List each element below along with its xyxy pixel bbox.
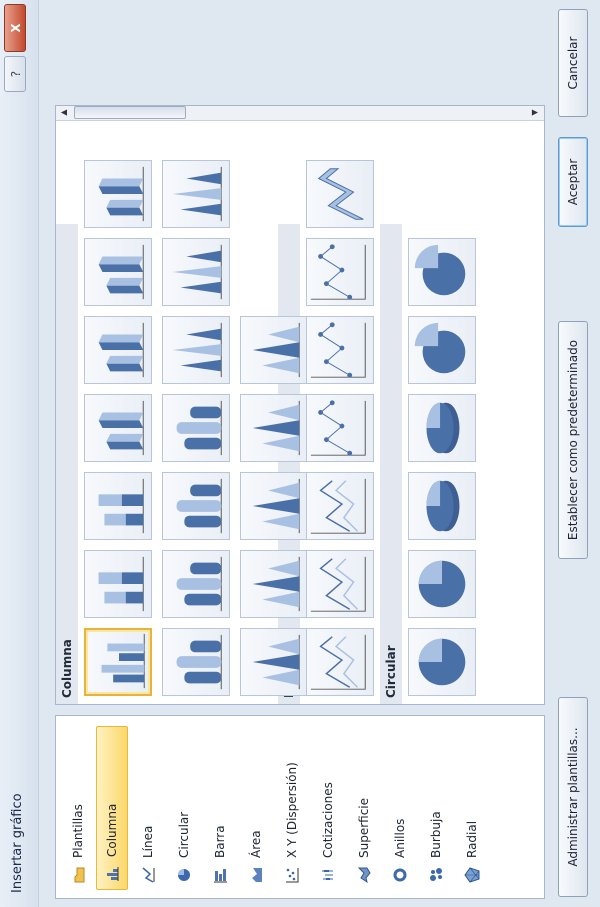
category-plantillas[interactable]: Plantillas: [62, 726, 94, 890]
ok-button[interactable]: Aceptar: [558, 137, 588, 227]
chart-subtype-thumb[interactable]: [162, 238, 230, 306]
scroll-up-arrow[interactable]: ▲: [57, 107, 71, 118]
chart-subtype-thumb[interactable]: [306, 472, 374, 540]
category-circular[interactable]: Circular: [168, 726, 200, 890]
bar-chart-icon: [212, 866, 228, 884]
chart-subtype-thumb[interactable]: [162, 316, 230, 384]
folder-icon: [70, 866, 86, 884]
category-label: Circular: [177, 811, 191, 858]
category-label: Radial: [465, 820, 479, 858]
chart-subtype-thumb[interactable]: [240, 472, 308, 540]
scroll-down-arrow[interactable]: ▼: [528, 107, 542, 118]
chart-subtype-thumb[interactable]: [240, 550, 308, 618]
chart-subtype-thumb[interactable]: [162, 550, 230, 618]
category-label: Cotizaciones: [321, 782, 335, 858]
chart-subtype-thumb[interactable]: [84, 160, 152, 228]
category-label: Área: [249, 830, 263, 858]
category-label: Anillos: [393, 818, 407, 858]
category-label: Barra: [213, 825, 227, 858]
category-barra[interactable]: Barra: [204, 726, 236, 890]
chart-subtype-thumb[interactable]: [306, 160, 374, 228]
set-default-button[interactable]: Establecer como predeterminado: [558, 321, 588, 559]
doughnut-chart-icon: [392, 866, 408, 884]
category-cotizaciones[interactable]: Cotizaciones: [312, 726, 344, 890]
category-xy[interactable]: X Y (Dispersión): [276, 726, 308, 890]
chart-subtype-thumb[interactable]: [306, 394, 374, 462]
radar-chart-icon: [464, 866, 480, 884]
close-button[interactable]: X: [4, 4, 26, 52]
section-header-circular: Circular: [380, 224, 402, 704]
category-area[interactable]: Área: [240, 726, 272, 890]
chart-subtype-thumb[interactable]: [84, 238, 152, 306]
category-columna[interactable]: Columna: [96, 726, 128, 890]
pie-chart-icon: [176, 866, 192, 884]
chart-subtype-gallery: Columna Línea Circular ▲ ▼: [55, 105, 545, 705]
chart-subtype-thumb[interactable]: [162, 472, 230, 540]
manage-templates-button[interactable]: Administrar plantillas...: [558, 697, 588, 897]
chart-subtype-thumb[interactable]: [408, 238, 476, 306]
chart-subtype-thumb[interactable]: [306, 238, 374, 306]
chart-subtype-thumb[interactable]: [408, 394, 476, 462]
column-chart-icon: [104, 865, 120, 883]
chart-subtype-thumb[interactable]: [306, 628, 374, 696]
chart-subtype-thumb[interactable]: [84, 550, 152, 618]
section-header-columna: Columna: [56, 224, 78, 704]
chart-subtype-thumb[interactable]: [306, 550, 374, 618]
chart-subtype-thumb[interactable]: [408, 550, 476, 618]
line-chart-icon: [140, 866, 156, 884]
chart-subtype-thumb[interactable]: [240, 394, 308, 462]
dialog-title: Insertar gráfico: [10, 793, 25, 893]
category-label: X Y (Dispersión): [285, 762, 299, 858]
chart-subtype-thumb[interactable]: [306, 316, 374, 384]
chart-category-list: Plantillas Columna Línea Circular Barra …: [55, 715, 545, 899]
category-superficie[interactable]: Superficie: [348, 726, 380, 890]
area-chart-icon: [248, 866, 264, 884]
category-anillos[interactable]: Anillos: [384, 726, 416, 890]
chart-subtype-thumb[interactable]: [408, 472, 476, 540]
scatter-chart-icon: [284, 866, 300, 884]
chart-subtype-thumb[interactable]: [162, 160, 230, 228]
chart-subtype-thumb[interactable]: [84, 394, 152, 462]
chart-subtype-thumb[interactable]: [162, 394, 230, 462]
bubble-chart-icon: [428, 866, 444, 884]
stock-chart-icon: [320, 866, 336, 884]
chart-subtype-thumb[interactable]: [240, 316, 308, 384]
category-linea[interactable]: Línea: [132, 726, 164, 890]
gallery-scrollbar[interactable]: ▲ ▼: [56, 105, 544, 121]
chart-subtype-thumb[interactable]: [84, 472, 152, 540]
category-label: Columna: [105, 803, 119, 857]
scrollbar-thumb[interactable]: [74, 106, 186, 119]
chart-subtype-thumb[interactable]: [162, 628, 230, 696]
chart-subtype-thumb[interactable]: [84, 628, 152, 696]
cancel-button[interactable]: Cancelar: [558, 9, 588, 117]
category-radial[interactable]: Radial: [456, 726, 488, 890]
chart-subtype-thumb[interactable]: [408, 316, 476, 384]
chart-subtype-thumb[interactable]: [84, 316, 152, 384]
category-label: Línea: [141, 825, 155, 858]
insert-chart-dialog: Insertar gráfico ? X Plantillas Columna …: [0, 0, 600, 907]
category-label: Superficie: [357, 797, 371, 858]
category-label: Plantillas: [71, 804, 85, 858]
category-burbuja[interactable]: Burbuja: [420, 726, 452, 890]
chart-subtype-thumb[interactable]: [408, 628, 476, 696]
title-bar: Insertar gráfico ? X: [0, 0, 39, 907]
category-label: Burbuja: [429, 811, 443, 858]
help-button[interactable]: ?: [4, 56, 26, 92]
surface-chart-icon: [356, 866, 372, 884]
chart-subtype-thumb[interactable]: [240, 628, 308, 696]
